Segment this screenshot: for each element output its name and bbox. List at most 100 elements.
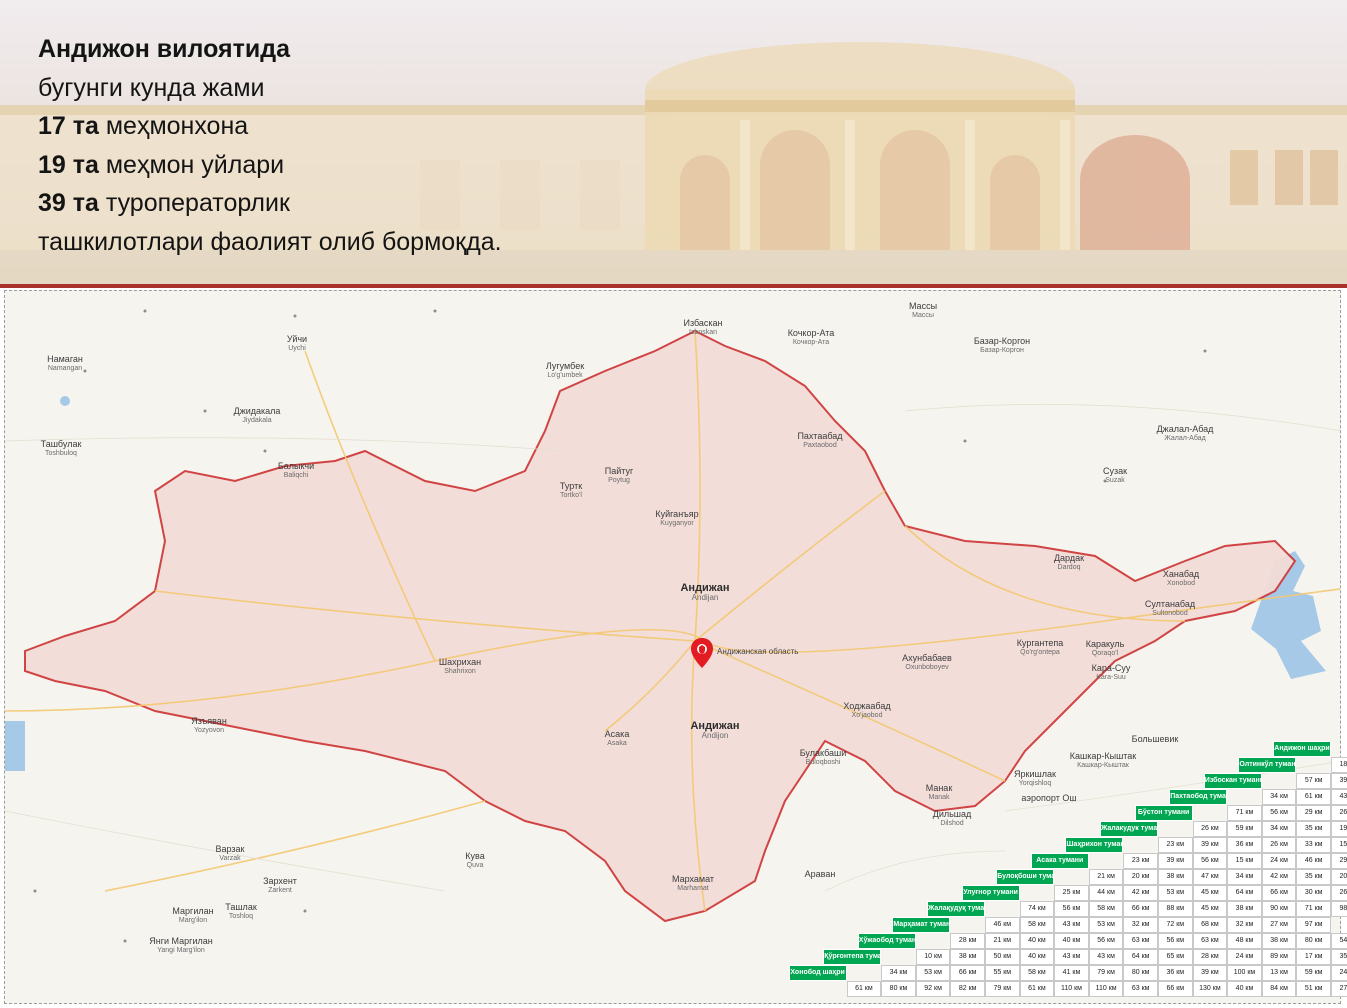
distance-cell: 59 км [1227,821,1262,837]
distance-cell: 27 км [1261,917,1297,933]
distance-cell: 34 км [1261,789,1297,805]
marker-label: Андижанская область [717,647,799,656]
distance-cell: 66 км [950,965,985,981]
map-pin-icon[interactable] [691,638,713,668]
label-tortkol: Туртк Tortko'l [559,481,583,499]
distance-cell: 38 км [1261,933,1297,949]
distance-cell: 24 км [1261,853,1297,869]
label-toshloq: Ташлак Toshloq [225,902,257,920]
distance-cell: 28 км [1192,949,1228,965]
distance-cell: 66 км [1261,885,1297,901]
label-izboskan: Избаскан Izboskan [683,318,723,336]
distance-cell: 43 км [1088,949,1124,965]
district-header: Олтинкўл тумани [1238,757,1297,773]
distance-cell: 18 км [1331,757,1347,773]
distance-cell: 53 км [1158,885,1193,901]
distance-cell: 24 км [1227,949,1262,965]
label-marhamat: Мархамат Marhamat [671,874,715,892]
distance-cell: 71 км [1227,805,1262,821]
distance-cell: 64 км [1227,885,1262,901]
distance-cell: 20 км [1123,869,1158,885]
distance-cell: 42 км [1123,885,1158,901]
district-header: Хўжаобод тумани [857,933,916,949]
distance-cell: 23 км [1158,837,1193,853]
distance-cell: 30 км [1296,885,1331,901]
distance-cell: 45 км [1192,901,1228,917]
distance-cell: 82 км [950,981,985,997]
label-yozyovon: Язъяван Yozyovon [191,716,227,734]
distance-cell: 39 км [1331,773,1347,789]
label-dilshod: Дильшад Dilshod [932,809,972,827]
label-jiydakala: Джидакала Jiydakala [233,406,281,424]
distance-cell: 34 км [1261,821,1297,837]
label-toshbuloq: Ташбулак Toshbuloq [40,439,82,457]
distance-cell: 44 км [1088,885,1124,901]
distance-cell: 38 км [950,949,985,965]
label-massy: Массы Массы [908,301,938,319]
distance-cell: 39 км [1192,837,1228,853]
label-xojaobod: Ходжаабад Xo'jaobod [843,701,891,719]
label-aravan: Араван [804,869,836,879]
distance-cell: 56 км [1158,933,1193,949]
label-logumbek: Лугумбек Lo'g'umbek [545,361,585,379]
distance-cell: 110 км [1088,981,1124,997]
label-yorqishloq: Яркишлак Yorqishloq [1014,769,1056,787]
distance-cell: 46 км [985,917,1020,933]
distance-cell: 40 км [1019,933,1055,949]
label-quva: Кува Quva [465,851,485,869]
label-bazar-korgon: Базар-Коргон Базар-Коргон [973,336,1031,354]
distance-cell: 79 км [985,981,1020,997]
distance-cell: 35 км [1296,869,1331,885]
label-poytug: Пайтуг Poytug [604,466,634,484]
distance-cell: 19 км [1331,821,1347,837]
distance-cell: 97 км [1296,917,1331,933]
distance-cell: 68 км [1192,917,1228,933]
label-margilon: Маргилан Marg'ilon [172,906,214,924]
distance-cell: 65 км [1158,949,1193,965]
distance-cell: 36 км [1227,837,1262,853]
label-suzak: Сузак Suzak [1102,466,1128,484]
distance-cell: 40 км [1227,981,1262,997]
district-header: Улуғнор тумани [961,885,1020,901]
distance-cell: 24 км [1331,965,1347,981]
header-banner: Андижон вилоятида бугунги кунда жами 17 … [0,0,1347,285]
distance-cell: 21 км [985,933,1020,949]
district-header: Жалакудук тумани [1100,821,1158,837]
label-baliqchi: Балыкчи Baliqchi [277,461,315,479]
distance-cell: 79 км [1088,965,1124,981]
distance-cell: 50 км [985,949,1020,965]
district-header: Хонобод шаҳри [788,965,847,981]
district-header: Асака тумани [1030,853,1089,869]
distance-cell: 27 км [1331,981,1347,997]
distance-cell: 47 км [1192,869,1228,885]
label-paxtaobod: Пахтаабад Paxtaobod [797,431,843,449]
distance-cell: 56 км [1192,853,1228,869]
label-qorgontepa: Кургантепа Qo'rg'ontepa [1016,638,1064,656]
banner-line-touroperators: 39 та туроператорлик [38,189,290,217]
distance-cell: 38 км [1158,869,1193,885]
distance-cell: 35 км [1331,949,1347,965]
label-bolshevik: Большевик [1131,734,1179,744]
distance-cell: 66 км [1123,901,1158,917]
distance-cell: 58 км [1019,965,1055,981]
distance-cell: 80 км [1123,965,1158,981]
district-header: Пахтаобод тумани [1169,789,1228,805]
banner-line-guesthouses: 19 та меҳмон уйлари [38,150,285,179]
distance-cell: 74 км [1019,901,1055,917]
distance-cell: 57 км [1296,773,1331,789]
distance-cell: 46 км [1296,853,1331,869]
distance-cell: 26 км [1331,805,1347,821]
district-header: Бўстон тумани [1134,805,1193,821]
distance-cell: 61 км [1019,981,1055,997]
district-header: Избоскан тумани [1203,773,1262,789]
distance-cell: 84 км [1261,981,1297,997]
banner-line-hotels: 17 та меҳмонхона [38,112,249,140]
distance-cell: 56 км [1261,805,1297,821]
distance-cell: 13 км [1261,965,1297,981]
distance-cell: 98 км [1331,901,1347,917]
distance-cell: 32 км [1227,917,1262,933]
label-buloqboshi: Булакбаши Buloqboshi [799,748,847,766]
label-airport-osh: аэропорт Ош [1021,793,1077,803]
label-zarkent: Зархент Zarkent [263,876,297,894]
distance-cell: 72 км [1158,917,1193,933]
